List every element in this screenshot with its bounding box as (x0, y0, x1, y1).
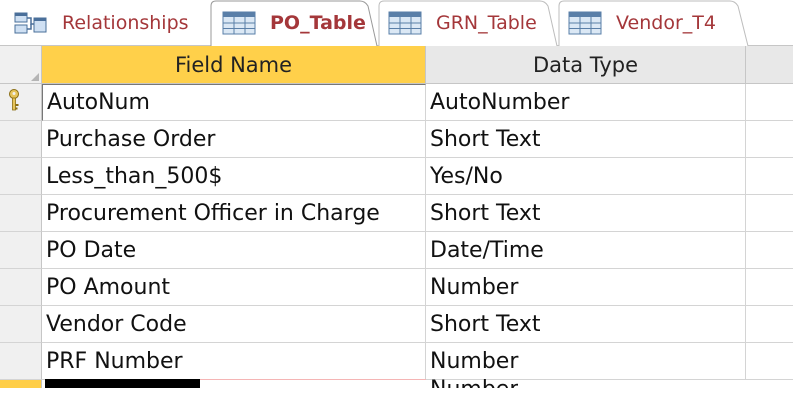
description-cell[interactable] (746, 343, 793, 380)
row-selector-column (0, 46, 42, 416)
table-design-grid: Field Name Data Type AutoNum AutoNumber … (0, 46, 793, 416)
header-field-name[interactable]: Field Name (42, 46, 426, 84)
table-row[interactable]: Procurement Officer in Charge Short Text (42, 195, 793, 232)
description-cell[interactable] (746, 269, 793, 306)
description-cell[interactable] (746, 306, 793, 343)
table-icon (388, 11, 422, 35)
tab-label: GRN_Table (436, 12, 537, 34)
tab-label: Relationships (62, 12, 189, 34)
description-cell[interactable] (746, 158, 793, 195)
row-selector[interactable] (0, 269, 42, 306)
row-selector[interactable] (0, 158, 42, 195)
table-icon (222, 11, 256, 35)
field-name-cell[interactable]: PO Amount (42, 269, 426, 306)
field-name-cell[interactable]: Purchase Order (42, 121, 426, 158)
field-name-cell[interactable]: Less_than_500$ (42, 158, 426, 195)
key-icon (9, 89, 19, 111)
row-selector[interactable] (0, 306, 42, 343)
field-name-cell[interactable]: AutoNum (42, 84, 426, 121)
data-type-cell[interactable]: Number (426, 343, 746, 380)
table-row[interactable]: PO Amount Number (42, 269, 793, 306)
data-type-cell[interactable]: Short Text (426, 121, 746, 158)
tab-label: Vendor_T4 (616, 12, 716, 34)
field-name-cell[interactable]: Procurement Officer in Charge (42, 195, 426, 232)
table-row[interactable]: PO Date Date/Time (42, 232, 793, 269)
data-type-cell[interactable]: Short Text (426, 195, 746, 232)
table-row[interactable]: AutoNum AutoNumber (42, 84, 793, 121)
partial-data-type-cell[interactable]: Number (430, 379, 518, 388)
row-selector[interactable] (0, 121, 42, 158)
description-cell[interactable] (746, 232, 793, 269)
description-cell[interactable] (746, 195, 793, 232)
row-selector[interactable] (0, 84, 42, 121)
table-row[interactable]: Vendor Code Short Text (42, 306, 793, 343)
screenshot-cutoff (0, 388, 793, 416)
table-row[interactable]: Purchase Order Short Text (42, 121, 793, 158)
data-type-cell[interactable]: AutoNumber (426, 84, 746, 121)
field-name-cell[interactable]: Vendor Code (42, 306, 426, 343)
description-cell[interactable] (746, 84, 793, 121)
select-all-corner[interactable] (0, 46, 42, 84)
table-row[interactable]: Less_than_500$ Yes/No (42, 158, 793, 195)
relationships-icon (14, 12, 47, 34)
row-selector[interactable] (0, 232, 42, 269)
field-name-cell[interactable]: PRF Number (42, 343, 426, 380)
tab-strip: Relationships PO_Table GRN_Table Vendor_… (0, 0, 793, 46)
row-selector[interactable] (0, 195, 42, 232)
edit-cell-border (200, 379, 426, 380)
header-description[interactable] (746, 46, 793, 84)
field-name-cell[interactable]: PO Date (42, 232, 426, 269)
tab-relationships[interactable]: Relationships (0, 0, 210, 46)
header-data-type[interactable]: Data Type (426, 46, 746, 84)
tab-po-table[interactable]: PO_Table (210, 0, 378, 46)
tab-label: PO_Table (270, 12, 366, 34)
description-cell[interactable] (746, 121, 793, 158)
data-type-cell[interactable]: Yes/No (426, 158, 746, 195)
data-type-cell[interactable]: Short Text (426, 306, 746, 343)
data-type-cell[interactable]: Number (426, 269, 746, 306)
table-row[interactable]: PRF Number Number (42, 343, 793, 380)
tab-vendor-t4[interactable]: Vendor_T4 (558, 0, 750, 46)
table-icon (568, 11, 602, 35)
tab-grn-table[interactable]: GRN_Table (378, 0, 558, 46)
row-selector[interactable] (0, 343, 42, 380)
data-type-cell[interactable]: Date/Time (426, 232, 746, 269)
